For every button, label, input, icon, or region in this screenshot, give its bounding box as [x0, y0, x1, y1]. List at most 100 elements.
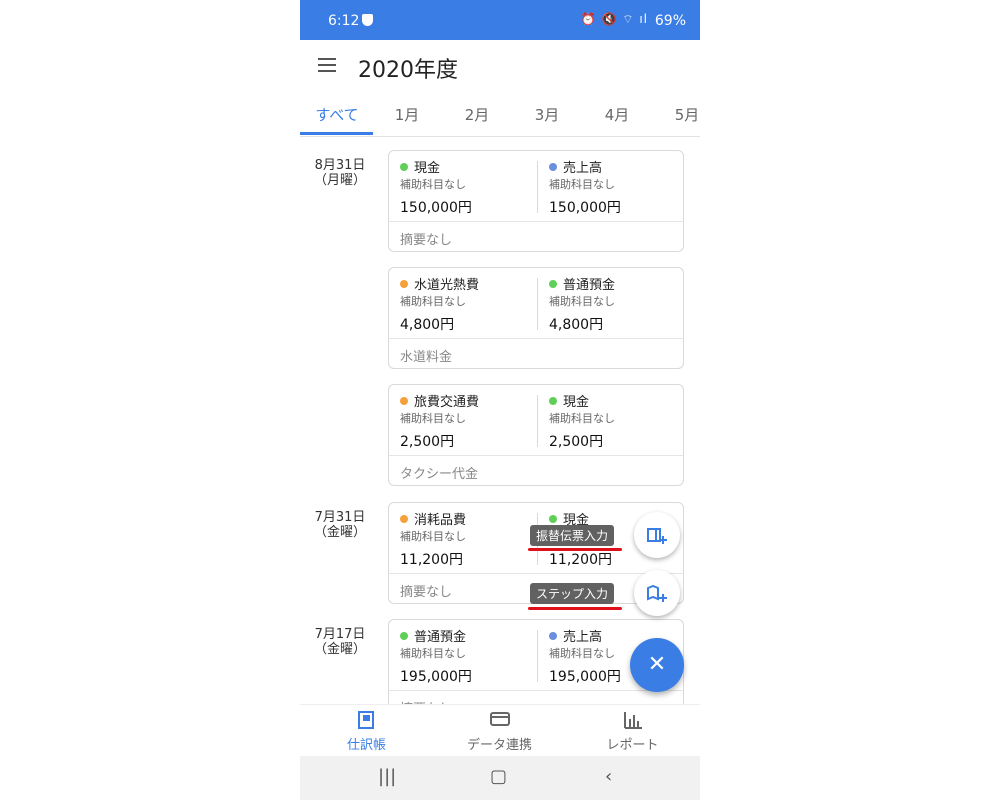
column-divider — [537, 161, 538, 213]
debit-sub-account: 補助科目なし — [400, 295, 466, 308]
status-time: 6:12 — [328, 13, 360, 29]
back-icon[interactable]: ‹ — [605, 766, 612, 787]
credit-amount: 2,500円 — [549, 434, 604, 450]
credit-column: 売上高 補助科目なし 150,000円 — [549, 161, 684, 217]
status-bar: 6:12 ⏰ 🔇 ⌔ ıl 69% — [300, 0, 700, 40]
debit-column: 現金 補助科目なし 150,000円 — [400, 161, 535, 217]
nav-label: データ連携 — [466, 738, 532, 753]
system-navigation-bar: ||| ▢ ‹ — [300, 756, 700, 800]
debit-account: 現金 — [414, 161, 441, 176]
debit-sub-account: 補助科目なし — [400, 530, 466, 543]
debit-amount: 195,000円 — [400, 669, 472, 685]
account-dot-icon — [400, 163, 408, 171]
battery-percent: 69% — [654, 13, 686, 29]
credit-account: 普通預金 — [563, 278, 616, 293]
column-divider — [537, 395, 538, 447]
recent-apps-icon[interactable]: ||| — [378, 766, 396, 787]
active-tab-indicator — [300, 132, 373, 135]
account-dot-icon — [400, 397, 408, 405]
account-dot-icon — [400, 515, 408, 523]
app-bar: 2020年度 — [300, 40, 700, 92]
transfer-slip-button[interactable] — [634, 512, 680, 558]
step-input-button[interactable] — [634, 570, 680, 616]
account-dot-icon — [549, 515, 557, 523]
debit-amount: 2,500円 — [400, 434, 455, 450]
account-dot-icon — [549, 163, 557, 171]
close-speed-dial-button[interactable]: ✕ — [630, 638, 684, 692]
account-dot-icon — [549, 632, 557, 640]
column-divider — [537, 278, 538, 330]
nav-journal[interactable]: 仕訳帳 — [300, 711, 433, 753]
tab-february[interactable]: 2月 — [447, 104, 507, 125]
weekday-label: （月曜） — [313, 173, 366, 188]
step-input-tooltip[interactable]: ステップ入力 — [530, 583, 615, 604]
credit-column: 普通預金 補助科目なし 4,800円 — [549, 278, 684, 334]
divider — [389, 573, 683, 574]
debit-account: 普通預金 — [414, 630, 467, 645]
credit-card-icon — [433, 711, 566, 733]
divider — [389, 221, 683, 222]
close-icon: ✕ — [647, 652, 667, 677]
debit-amount: 150,000円 — [400, 200, 472, 216]
entry-date: 7月31日 （金曜） — [310, 510, 370, 540]
credit-amount: 150,000円 — [549, 200, 621, 216]
weekday-label: （金曜） — [313, 642, 366, 657]
divider — [389, 338, 683, 339]
journal-entry-card[interactable]: 旅費交通費 補助科目なし 2,500円 現金 補助科目なし 2,500円 タクシ… — [388, 384, 684, 486]
journal-entry-card[interactable]: 水道光熱費 補助科目なし 4,800円 普通預金 補助科目なし 4,800円 水… — [388, 267, 684, 369]
credit-account: 現金 — [563, 395, 590, 410]
tab-all[interactable]: すべて — [307, 104, 367, 125]
tab-march[interactable]: 3月 — [517, 104, 577, 125]
transfer-slip-tooltip[interactable]: 振替伝票入力 — [530, 525, 615, 546]
transfer-slip-add-icon — [647, 527, 667, 544]
debit-account: 消耗品費 — [414, 513, 467, 528]
tab-january[interactable]: 1月 — [377, 104, 437, 125]
account-dot-icon — [400, 280, 408, 288]
credit-column: 現金 補助科目なし 2,500円 — [549, 395, 684, 451]
divider — [389, 690, 683, 691]
highlight-underline — [528, 548, 622, 551]
journal-entry-card[interactable]: 現金 補助科目なし 150,000円 売上高 補助科目なし 150,000円 摘… — [388, 150, 684, 252]
phone-screen: 6:12 ⏰ 🔇 ⌔ ıl 69% 2020年度 すべて 1月 2月 3月 4月… — [300, 0, 700, 800]
hamburger-menu-icon[interactable] — [318, 58, 336, 72]
weekday-label: （金曜） — [313, 525, 366, 540]
step-book-add-icon — [647, 584, 667, 602]
date-label: 7月31日 — [314, 510, 366, 525]
credit-account: 売上高 — [563, 161, 603, 176]
debit-column: 消耗品費 補助科目なし 11,200円 — [400, 513, 535, 569]
credit-sub-account: 補助科目なし — [549, 412, 615, 425]
tab-may[interactable]: 5月 — [657, 104, 700, 125]
shield-icon — [362, 14, 373, 26]
account-dot-icon — [549, 397, 557, 405]
debit-sub-account: 補助科目なし — [400, 647, 466, 660]
month-tabs: すべて 1月 2月 3月 4月 5月 — [300, 92, 700, 137]
debit-column: 旅費交通費 補助科目なし 2,500円 — [400, 395, 535, 451]
journal-book-icon — [300, 711, 433, 733]
credit-sub-account: 補助科目なし — [549, 295, 615, 308]
account-dot-icon — [400, 632, 408, 640]
highlight-underline — [528, 607, 622, 610]
account-dot-icon — [549, 280, 557, 288]
credit-account: 売上高 — [563, 630, 603, 645]
tab-april[interactable]: 4月 — [587, 104, 647, 125]
entry-memo: 水道料金 — [400, 350, 453, 365]
debit-sub-account: 補助科目なし — [400, 178, 466, 191]
nav-data-link[interactable]: データ連携 — [433, 711, 566, 753]
credit-sub-account: 補助科目なし — [549, 178, 615, 191]
column-divider — [537, 630, 538, 682]
status-icons: ⏰ 🔇 ⌔ ıl — [580, 12, 648, 26]
nav-report[interactable]: レポート — [566, 711, 699, 753]
bar-chart-icon — [566, 711, 699, 733]
entry-date: 7月17日 （金曜） — [310, 627, 370, 657]
date-label: 7月17日 — [314, 627, 366, 642]
entry-memo: タクシー代金 — [400, 467, 479, 482]
bottom-navigation: 仕訳帳 データ連携 レポート — [300, 704, 700, 757]
debit-sub-account: 補助科目なし — [400, 412, 466, 425]
nav-label: 仕訳帳 — [346, 738, 386, 753]
home-icon[interactable]: ▢ — [490, 766, 507, 787]
entry-date: 8月31日 （月曜） — [310, 158, 370, 188]
nav-label: レポート — [606, 738, 659, 753]
divider — [389, 455, 683, 456]
entry-memo: 摘要なし — [400, 585, 453, 600]
debit-amount: 11,200円 — [400, 552, 463, 568]
